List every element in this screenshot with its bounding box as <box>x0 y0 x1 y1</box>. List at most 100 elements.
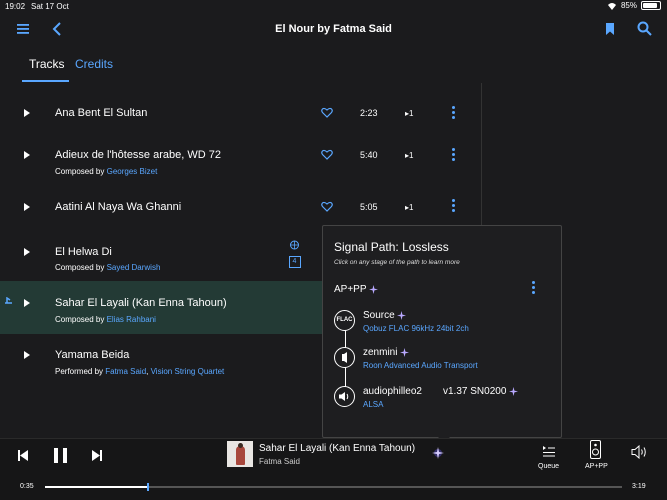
track-name: Ana Bent El Sultan <box>55 107 148 119</box>
tab-credits[interactable]: Credits <box>75 57 113 71</box>
queue-label[interactable]: Queue <box>538 463 559 470</box>
zone-speaker-icon[interactable] <box>590 440 601 459</box>
track-row[interactable]: Ana Bent El Sultan 2:23 ▸1 <box>0 88 481 138</box>
track-credit: Performed by Fatma Said, Vision String Q… <box>55 367 224 376</box>
speaker-half-icon <box>342 352 347 363</box>
speaker-icon <box>339 392 349 401</box>
play-icon[interactable] <box>24 151 30 159</box>
seek-progress <box>45 486 147 488</box>
track-duration: 5:05 <box>360 202 378 212</box>
signal-path-hint: Click on any stage of the path to learn … <box>334 259 460 266</box>
sparkle-icon <box>400 347 410 357</box>
sparkle-icon <box>369 284 379 294</box>
play-icon[interactable] <box>24 109 30 117</box>
search-icon[interactable] <box>637 21 652 36</box>
track-duration: 5:40 <box>360 150 378 160</box>
tab-tracks[interactable]: Tracks <box>29 57 65 71</box>
signal-zone[interactable]: AP+PP <box>334 284 379 295</box>
stage-name: audiophilleo2 <box>363 386 422 397</box>
bookmark-icon[interactable] <box>604 22 616 36</box>
more-icon[interactable] <box>452 148 456 162</box>
more-icon[interactable] <box>452 199 456 213</box>
next-icon[interactable] <box>92 450 102 461</box>
track-credit: Composed by Sayed Darwish <box>55 263 160 272</box>
play-icon[interactable] <box>24 299 30 307</box>
signal-path-popover: Signal Path: Lossless Click on any stage… <box>322 225 562 445</box>
track-name: Sahar El Layali (Kan Enna Tahoun) <box>55 297 227 309</box>
versions-badge[interactable]: 4 <box>287 237 302 268</box>
credit-prefix: Composed by <box>55 167 107 176</box>
sparkle-icon[interactable] <box>432 447 444 459</box>
heart-icon[interactable] <box>321 149 333 160</box>
credit-link-2[interactable]: Vision String Quartet <box>151 367 225 376</box>
stage-version-text: v1.37 SN0200 <box>443 386 507 397</box>
queue-icon[interactable] <box>542 445 556 457</box>
credit-link[interactable]: Elias Rahbani <box>107 315 156 324</box>
album-art[interactable] <box>227 441 253 467</box>
signal-path-title: Signal Path: Lossless <box>334 240 449 254</box>
seek-handle[interactable] <box>146 483 149 491</box>
stage-version: v1.37 SN0200 <box>443 386 519 397</box>
heart-icon[interactable] <box>321 201 333 212</box>
top-bar: El Nour by Fatma Said <box>0 12 667 48</box>
page-title: El Nour by Fatma Said <box>275 23 392 35</box>
track-name: Aatini Al Naya Wa Ghanni <box>55 201 182 213</box>
output-icon <box>334 386 355 407</box>
signal-path-label: Signal Path: <box>334 240 399 254</box>
pause-icon[interactable] <box>54 448 67 463</box>
sparkle-icon <box>509 386 519 396</box>
credit-link[interactable]: Georges Bizet <box>107 167 158 176</box>
status-right: 85% <box>607 1 661 10</box>
track-duration: 2:23 <box>360 108 378 118</box>
zone-label[interactable]: AP+PP <box>585 463 608 470</box>
sparkle-icon <box>397 310 407 320</box>
track-plays: ▸1 <box>405 109 414 118</box>
stage-detail: Qobuz FLAC 96kHz 24bit 2ch <box>363 324 469 333</box>
status-time: 19:02 <box>5 2 26 11</box>
stage-name-text: Source <box>363 310 395 321</box>
elapsed-time: 0:35 <box>20 483 34 490</box>
volume-icon[interactable] <box>631 445 648 459</box>
track-credit: Composed by Elias Rahbani <box>55 315 156 324</box>
wifi-icon <box>607 2 616 10</box>
tab-bar: Tracks Credits <box>0 48 667 83</box>
versions-count: 4 <box>288 256 301 268</box>
tab-underline <box>22 80 69 82</box>
stage-name-text: zenmini <box>363 347 398 358</box>
credit-link[interactable]: Fatma Said <box>105 367 146 376</box>
credit-prefix: Performed by <box>55 367 106 376</box>
now-playing-artist[interactable]: Fatma Said <box>259 457 300 466</box>
credit-link[interactable]: Sayed Darwish <box>107 263 161 272</box>
seek-bar[interactable] <box>45 483 622 491</box>
play-icon[interactable] <box>24 203 30 211</box>
track-credit: Composed by Georges Bizet <box>55 167 157 176</box>
signal-quality: Lossless <box>402 240 449 254</box>
stage-detail: Roon Advanced Audio Transport <box>363 361 478 370</box>
track-name: El Helwa Di <box>55 246 112 258</box>
now-playing-title[interactable]: Sahar El Layali (Kan Enna Tahoun) <box>259 443 415 454</box>
transport-icon <box>334 347 355 368</box>
play-icon[interactable] <box>24 248 30 256</box>
plays-count: 1 <box>409 203 414 212</box>
flac-icon: FLAC <box>334 310 355 331</box>
track-plays: ▸1 <box>405 151 414 160</box>
previous-icon[interactable] <box>18 450 28 461</box>
plays-count: 1 <box>409 151 414 160</box>
more-icon[interactable] <box>532 281 536 295</box>
status-date: Sat 17 Oct <box>31 2 69 11</box>
more-icon[interactable] <box>452 106 456 120</box>
zone-name: AP+PP <box>334 284 367 295</box>
globe-icon <box>290 240 299 250</box>
stage-detail: ALSA <box>363 400 384 409</box>
battery-icon <box>641 1 661 10</box>
track-row[interactable]: Adieux de l'hôtesse arabe, WD 72 Compose… <box>0 138 481 186</box>
battery-percent: 85% <box>620 1 637 10</box>
play-icon[interactable] <box>24 351 30 359</box>
total-time: 3:19 <box>632 483 646 490</box>
credit-prefix: Composed by <box>55 315 107 324</box>
status-bar: 19:02 Sat 17 Oct 85% <box>0 0 667 12</box>
plays-count: 1 <box>409 109 414 118</box>
now-playing-marker <box>5 297 12 304</box>
heart-icon[interactable] <box>321 107 333 118</box>
track-name: Adieux de l'hôtesse arabe, WD 72 <box>55 149 221 161</box>
